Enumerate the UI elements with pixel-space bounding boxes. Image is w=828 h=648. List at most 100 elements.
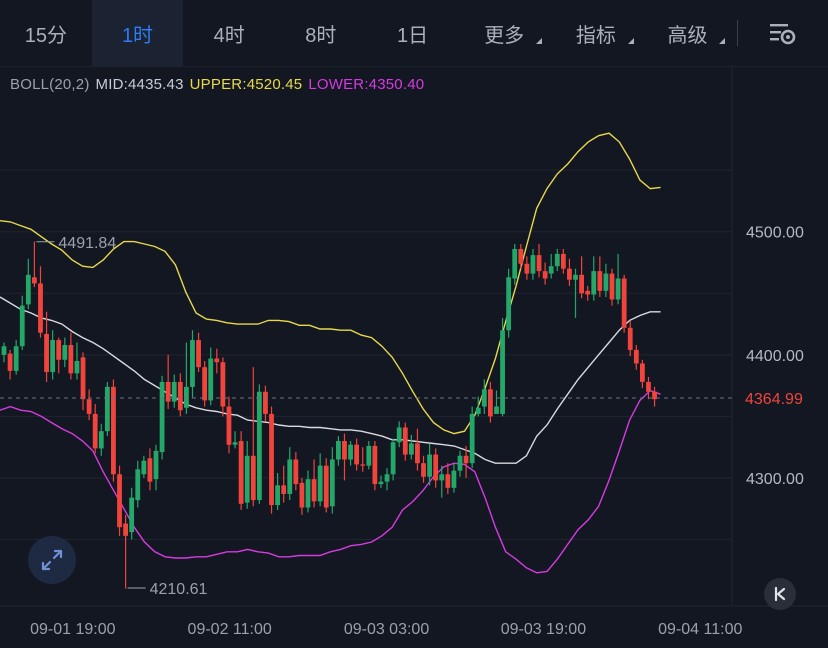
candle-body [19,305,25,347]
candle-body [646,381,651,392]
candle-body [1,346,7,355]
candlestick-chart[interactable]: 4364.99 4500.00 4400.00 4300.00 09-01 19:00 0… [0,0,828,648]
candle [500,317,505,417]
candle-body [238,441,244,504]
candle [646,377,651,400]
candle-body [536,255,542,272]
candle [293,452,299,491]
candle-body [396,427,402,443]
candle [323,458,329,513]
candle-body [281,485,287,494]
candle [38,266,43,338]
candle-body [68,344,74,374]
candle [652,386,657,407]
candle [372,441,378,491]
candle-body [609,273,615,300]
candle-body [256,391,262,501]
candle-body [408,443,414,455]
candle-body [433,454,439,481]
candle [62,337,68,368]
candle [44,311,49,382]
candle [348,441,353,466]
candle [512,244,518,285]
candle-body [184,386,189,408]
candle [92,404,98,454]
candle-body [244,455,250,503]
candle [494,390,499,414]
candle-body [336,441,341,460]
candle-body [32,277,37,284]
candle-body [463,455,469,464]
candle [360,447,366,472]
candle [50,330,56,380]
current-price-label: 4364.99 [745,391,803,408]
candle [214,348,220,374]
candle-body [402,427,408,455]
boll-bands [0,132,661,574]
candle-body [98,431,104,449]
candle [609,268,615,306]
candle-body [44,333,49,373]
candle-body [372,445,378,485]
candle [196,332,201,373]
candle [7,349,13,380]
candle-body [74,361,80,374]
candle-body [475,407,481,414]
low-price-label: 4210.61 [150,581,208,598]
candle-body [506,277,512,331]
candle [402,422,408,461]
candle-body [293,459,299,485]
candle [311,459,317,508]
candle-body [62,344,68,360]
candle-body [92,413,98,449]
candle [354,438,360,471]
candle [129,487,135,540]
candle [560,248,566,274]
candle-body [366,445,372,466]
candle [86,389,92,421]
candle-body [165,381,171,402]
x-tick-label: 09-03 19:00 [501,621,587,638]
zoom-button[interactable] [28,536,76,584]
candle-body [25,274,31,305]
x-tick-label: 09-01 19:00 [30,621,116,638]
candle-body [518,248,524,264]
candle-body [542,271,548,279]
candle [542,262,548,285]
candle-body [524,263,530,274]
chart-axes: 4364.99 4500.00 4400.00 4300.00 09-01 19:00 0… [0,225,824,638]
expand-arrows-icon [41,549,63,571]
candle-body [457,455,463,471]
candle-body [445,474,451,488]
candle [633,344,639,370]
candle [421,455,426,483]
candle [567,258,572,286]
candle-body [311,479,317,502]
scroll-to-latest-button[interactable] [764,578,796,610]
y-tick-label: 4500.00 [746,225,804,242]
candle [530,248,536,280]
candle [585,285,591,301]
candle-body [153,450,159,480]
candle-body [171,381,177,402]
candle [74,342,80,380]
candle [548,253,554,279]
candle [336,436,341,466]
candle-body [275,485,280,506]
candle-body [202,367,208,401]
y-tick-label: 4400.00 [746,348,804,365]
candle [123,514,128,589]
candle-body [378,481,384,485]
candle [506,268,512,338]
candle [469,406,475,469]
candle [184,342,189,414]
candle-body [7,353,13,371]
candle-body [317,465,323,502]
candle-body [500,330,505,414]
x-tick-label: 09-03 03:00 [344,621,430,638]
candle [250,367,256,507]
candle-body [135,469,141,501]
candle [238,431,244,510]
candle-body [232,442,238,445]
candle-body [129,497,135,533]
